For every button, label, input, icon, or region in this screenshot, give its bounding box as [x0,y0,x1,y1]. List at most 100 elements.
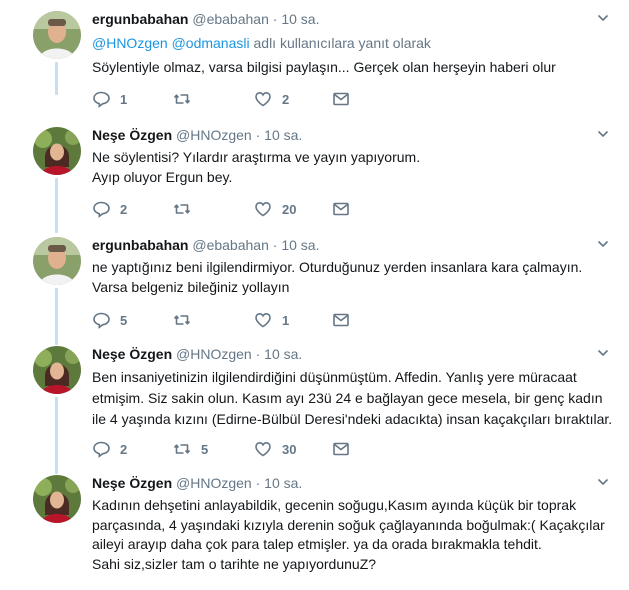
author-handle[interactable]: @HNOzgen [176,475,252,491]
tweet-actions: 2 20 [92,200,392,218]
retweet-button[interactable]: 5 [173,440,208,458]
tweet-text-line: aileyi arayıp daha çok para talep etmişl… [92,536,542,552]
retweet-icon [173,315,191,325]
like-button[interactable]: 20 [254,200,296,218]
tweet-text-line: ile 4 yaşında kızını (Edirne-Bülbül Dere… [92,411,613,427]
tweet-text-line: Sahi siz,sizler tam o tarihte ne yapıyor… [92,555,377,572]
avatar[interactable] [33,237,81,285]
tweet-header: Neşe Özgen @HNOzgen · 10 sa. [92,345,609,363]
avatar[interactable] [33,127,81,175]
envelope-icon [333,442,349,456]
tweet-actions: 5 1 [92,311,392,329]
reply-button[interactable]: 1 [92,90,127,108]
author-name[interactable]: Neşe Özgen [92,127,172,143]
author-handle[interactable]: @HNOzgen [176,127,252,143]
tweet-text-line: etmişim. Siz sakin olun. Kasım ayı 23ü 2… [92,390,603,406]
retweet-button[interactable] [173,311,201,329]
reply-count: 1 [120,91,128,107]
chevron-down-icon[interactable] [597,347,609,359]
chevron-down-icon[interactable] [597,128,609,140]
author-handle[interactable]: @HNOzgen [176,346,252,362]
reply-button[interactable]: 5 [92,311,127,329]
tweet-header: ergunbabahan @ebabahan · 10 sa. [92,236,609,254]
tweet-text-line: Ne söylentisi? Yılardır araştırma ve yay… [92,149,421,165]
heart-icon [255,91,271,107]
thread-connector [55,397,58,474]
thread-connector [55,62,58,95]
direct-message-button[interactable] [332,311,350,329]
tweet-text-line: Ayıp oluyor Ergun bey. [92,168,233,185]
tweet-text: Ben insaniyetinizin ilgilendirdiğini düş… [92,367,613,430]
retweet-icon [173,444,191,454]
reply-icon [93,91,110,108]
tweet-header: ergunbabahan @ebabahan · 10 sa. [92,10,609,28]
like-button[interactable]: 2 [254,90,289,108]
heart-icon [255,201,271,217]
author-handle[interactable]: @ebabahan [192,11,269,27]
separator-dot: · [272,11,278,27]
chevron-down-icon[interactable] [597,476,609,488]
reply-icon [93,312,110,329]
author-handle[interactable]: @ebabahan [192,237,269,253]
reply-icon [93,201,110,218]
conversation-thread: ergunbabahan @ebabahan · 10 sa. @HNOzgen… [0,0,629,590]
tweet-text: Söylentiyle olmaz, varsa bilgisi paylaşı… [92,58,609,78]
tweet-timestamp[interactable]: 10 sa. [281,11,319,27]
like-count: 1 [282,312,290,328]
retweet-icon [173,204,191,214]
reply-button[interactable]: 2 [92,440,127,458]
separator-dot: · [272,237,278,253]
reply-count: 2 [120,201,128,217]
heart-icon [255,441,271,457]
heart-icon [255,312,271,328]
replying-to-label: adlı kullanıcılara yanıt olarak [253,35,431,51]
tweet-text: Ne söylentisi? Yılardır araştırma ve yay… [92,148,609,187]
author-name[interactable]: Neşe Özgen [92,346,172,362]
tweet-timestamp[interactable]: 10 sa. [281,237,319,253]
retweet-button[interactable] [173,200,201,218]
chevron-down-icon[interactable] [597,12,609,24]
like-count: 2 [282,91,290,107]
direct-message-button[interactable] [332,200,350,218]
tweet-text-line: parçasında, 4 yaşındaki kızıyla derenin … [92,516,605,533]
like-count: 20 [282,201,297,217]
tweet-actions: 1 2 [92,90,392,108]
tweet-timestamp[interactable]: 10 sa. [264,346,302,362]
retweet-button[interactable] [173,90,201,108]
tweet-text-line: Kadının dehşetini anlayabildik, gecenin … [92,497,577,513]
direct-message-button[interactable] [332,440,350,458]
like-count: 30 [282,441,297,457]
envelope-icon [333,92,349,106]
like-button[interactable]: 1 [254,311,289,329]
mention-link[interactable]: @HNOzgen [92,35,168,51]
avatar[interactable] [33,11,81,59]
direct-message-button[interactable] [332,90,350,108]
tweet-header: Neşe Özgen @HNOzgen · 10 sa. [92,126,609,144]
like-button[interactable]: 30 [254,440,296,458]
author-name[interactable]: Neşe Özgen [92,475,172,491]
author-name[interactable]: ergunbabahan [92,11,188,27]
mention-link[interactable]: @odmanasli [172,35,250,51]
author-name[interactable]: ergunbabahan [92,237,188,253]
tweet-content: Neşe Özgen @HNOzgen · 10 sa. Kadının deh… [92,474,609,574]
reply-count: 5 [120,312,128,328]
thread-connector [55,178,58,233]
chevron-down-icon[interactable] [597,238,609,250]
replying-to: @HNOzgen @odmanasli adlı kullanıcılara y… [92,34,609,52]
reply-button[interactable]: 2 [92,200,127,218]
tweet-text-line: ne yaptığınız beni ilgilendirmiyor. Otur… [92,259,583,275]
tweet-timestamp[interactable]: 10 sa. [264,475,302,491]
tweet-actions: 2 5 30 [92,440,392,458]
tweet-content: ergunbabahan @ebabahan · 10 sa. ne yaptı… [92,236,609,297]
separator-dot: · [255,127,261,143]
retweet-icon [173,94,191,104]
separator-dot: · [255,346,261,362]
tweet-timestamp[interactable]: 10 sa. [264,127,302,143]
tweet-text: Kadının dehşetini anlayabildik, gecenin … [92,496,609,574]
avatar[interactable] [33,475,81,523]
reply-count: 2 [120,441,128,457]
avatar[interactable] [33,346,81,394]
tweet-content: ergunbabahan @ebabahan · 10 sa. @HNOzgen… [92,10,609,78]
tweet-text: ne yaptığınız beni ilgilendirmiyor. Otur… [92,258,609,297]
envelope-icon [333,202,349,216]
